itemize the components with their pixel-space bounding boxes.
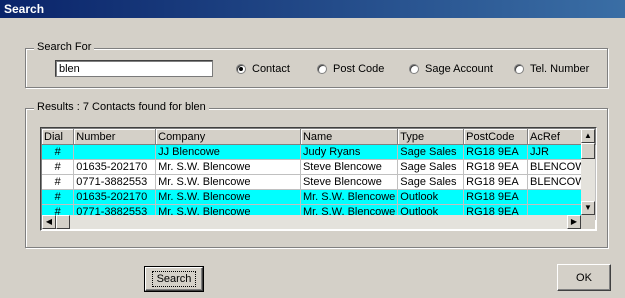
number-cell [73, 144, 157, 160]
ok-button[interactable]: OK [557, 264, 611, 291]
dial-cell[interactable]: # [42, 159, 75, 175]
number-cell: 01635-202170 [73, 159, 157, 175]
search-input[interactable] [55, 60, 213, 77]
company-cell: Mr. S.W. Blencowe [155, 189, 301, 205]
vertical-scroll-thumb[interactable] [581, 143, 595, 159]
column-header-company[interactable]: Company [155, 129, 301, 145]
scroll-right-arrow-icon[interactable]: ▶ [567, 215, 581, 229]
scroll-down-arrow-icon[interactable]: ▼ [581, 201, 595, 215]
number-cell: 01635-202170 [73, 189, 157, 205]
name-cell: Mr. S.W. Blencowe [300, 189, 399, 205]
radio-tel-number[interactable]: Tel. Number [514, 63, 589, 75]
column-header-postcode[interactable]: PostCode [463, 129, 528, 145]
radio-button-icon [317, 64, 327, 74]
radio-button-icon [514, 64, 524, 74]
scroll-left-arrow-icon[interactable]: ◀ [42, 215, 56, 229]
name-cell: Steve Blencowe [300, 174, 399, 190]
postcode-cell: RG18 9EA [463, 189, 528, 205]
search-button[interactable]: Search [144, 266, 204, 292]
results-legend: Results : 7 Contacts found for blen [34, 101, 209, 113]
column-header-type[interactable]: Type [397, 129, 465, 145]
radio-contact[interactable]: Contact [236, 63, 290, 75]
radio-sage-account[interactable]: Sage Account [409, 63, 493, 75]
radio-sage-account-label: Sage Account [425, 63, 493, 75]
vertical-scrollbar[interactable]: ▲ ▼ [581, 129, 595, 215]
horizontal-scroll-thumb[interactable] [56, 215, 70, 229]
search-button-label: Search [151, 271, 197, 287]
column-header-dial[interactable]: Dial [42, 129, 75, 145]
radio-button-icon [409, 64, 419, 74]
type-cell: Sage Sales [397, 174, 465, 190]
column-header-number[interactable]: Number [73, 129, 157, 145]
dial-cell[interactable]: # [42, 144, 75, 160]
radio-tel-number-label: Tel. Number [530, 63, 590, 75]
type-cell: Sage Sales [397, 144, 465, 160]
results-grid: Dial Number Company Name Type PostCode A… [40, 127, 597, 231]
radio-button-icon [236, 64, 246, 74]
radio-post-code[interactable]: Post Code [317, 63, 384, 75]
name-cell: Steve Blencowe [300, 159, 399, 175]
column-header-name[interactable]: Name [300, 129, 399, 145]
company-cell: Mr. S.W. Blencowe [155, 159, 301, 175]
number-cell: 0771-3882553 [73, 174, 157, 190]
type-cell: Sage Sales [397, 159, 465, 175]
company-cell: JJ Blencowe [155, 144, 301, 160]
ok-button-label: OK [576, 271, 592, 284]
search-for-legend: Search For [34, 41, 95, 53]
postcode-cell: RG18 9EA [463, 159, 528, 175]
postcode-cell: RG18 9EA [463, 174, 528, 190]
table-row[interactable]: # 0771-3882553 Mr. S.W. Blencowe Steve B… [42, 174, 596, 190]
results-table: Dial Number Company Name Type PostCode A… [42, 129, 596, 220]
scroll-up-arrow-icon[interactable]: ▲ [581, 129, 595, 143]
title-bar: Search [0, 0, 625, 18]
dial-cell[interactable]: # [42, 189, 75, 205]
dial-cell[interactable]: # [42, 174, 75, 190]
scrollbar-corner [581, 215, 595, 229]
postcode-cell: RG18 9EA [463, 144, 528, 160]
company-cell: Mr. S.W. Blencowe [155, 174, 301, 190]
type-cell: Outlook [397, 189, 465, 205]
radio-contact-label: Contact [252, 63, 290, 75]
table-row[interactable]: # JJ Blencowe Judy Ryans Sage Sales RG18… [42, 144, 596, 160]
table-row[interactable]: # 01635-202170 Mr. S.W. Blencowe Steve B… [42, 159, 596, 175]
table-header-row: Dial Number Company Name Type PostCode A… [42, 129, 596, 145]
name-cell: Judy Ryans [300, 144, 399, 160]
search-dialog: Search Search For Contact Post Code Sage… [0, 0, 625, 298]
table-row[interactable]: # 01635-202170 Mr. S.W. Blencowe Mr. S.W… [42, 189, 596, 205]
radio-post-code-label: Post Code [333, 63, 385, 75]
horizontal-scrollbar[interactable]: ◀ ▶ [42, 215, 581, 229]
